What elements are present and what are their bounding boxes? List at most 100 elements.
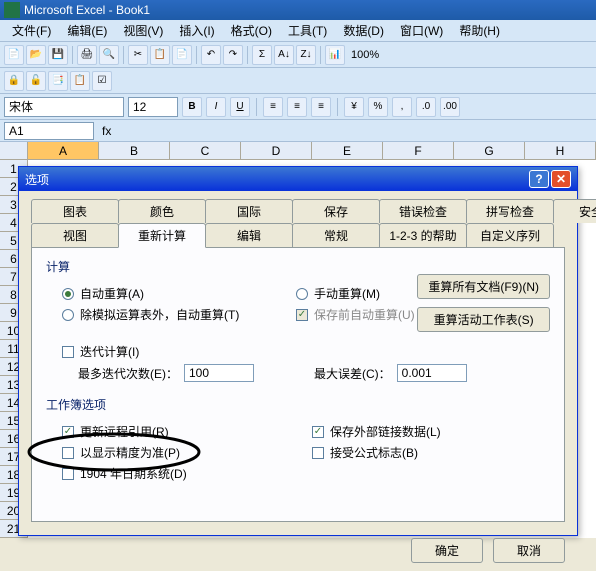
cancel-button[interactable]: 取消 — [493, 538, 565, 563]
font-size-combo[interactable]: 12 — [128, 97, 178, 117]
save-external-links-checkbox[interactable] — [312, 426, 324, 438]
tab-重新计算[interactable]: 重新计算 — [118, 223, 206, 248]
sort-desc-icon[interactable]: Z↓ — [296, 45, 316, 65]
paste-icon[interactable]: 📄 — [172, 45, 192, 65]
tab-1-2-3 的帮助[interactable]: 1-2-3 的帮助 — [379, 223, 467, 247]
manual-recalc-label: 手动重算(M) — [314, 285, 380, 302]
preview-icon[interactable]: 🔍 — [99, 45, 119, 65]
tool-icon[interactable]: ☑ — [92, 71, 112, 91]
menu-item[interactable]: 文件(F) — [4, 20, 59, 41]
align-right-icon[interactable]: ≡ — [311, 97, 331, 117]
copy-icon[interactable]: 📋 — [150, 45, 170, 65]
menu-item[interactable]: 窗口(W) — [392, 20, 451, 41]
decimal-dec-icon[interactable]: .00 — [440, 97, 460, 117]
dialog-titlebar: 选项 ? ✕ — [19, 167, 577, 191]
column-header[interactable]: B — [99, 142, 170, 159]
cut-icon[interactable]: ✂ — [128, 45, 148, 65]
tab-拼写检查[interactable]: 拼写检查 — [466, 199, 554, 223]
menu-item[interactable]: 插入(I) — [171, 20, 222, 41]
recalc-sheet-button[interactable]: 重算活动工作表(S) — [417, 307, 550, 332]
max-error-input[interactable] — [397, 364, 467, 382]
iteration-checkbox[interactable] — [62, 346, 74, 358]
workbook-options-group-label: 工作簿选项 — [46, 396, 550, 413]
font-name-combo[interactable]: 宋体 — [4, 97, 124, 117]
name-box[interactable]: A1 — [4, 122, 94, 140]
sort-asc-icon[interactable]: A↓ — [274, 45, 294, 65]
close-button[interactable]: ✕ — [551, 170, 571, 188]
standard-toolbar: 📄 📂 💾 🖨 🔍 ✂ 📋 📄 ↶ ↷ Σ A↓ Z↓ 📊 100% — [0, 42, 596, 68]
ok-button[interactable]: 确定 — [411, 538, 483, 563]
help-button[interactable]: ? — [529, 170, 549, 188]
tab-安全性[interactable]: 安全性 — [553, 199, 596, 223]
app-titlebar: Microsoft Excel - Book1 — [0, 0, 596, 20]
undo-icon[interactable]: ↶ — [201, 45, 221, 65]
menu-item[interactable]: 格式(O) — [223, 20, 280, 41]
tab-strip: 图表颜色国际保存错误检查拼写检查安全性 视图重新计算编辑常规1-2-3 的帮助自… — [31, 199, 565, 247]
column-header[interactable]: D — [241, 142, 312, 159]
dialog-title-text: 选项 — [25, 171, 49, 188]
manual-recalc-radio[interactable] — [296, 288, 308, 300]
column-header[interactable]: C — [170, 142, 241, 159]
tool-icon[interactable]: 📋 — [70, 71, 90, 91]
tab-视图[interactable]: 视图 — [31, 223, 119, 247]
print-icon[interactable]: 🖨 — [77, 45, 97, 65]
tab-自定义序列[interactable]: 自定义序列 — [466, 223, 554, 247]
auto-recalc-radio[interactable] — [62, 288, 74, 300]
update-remote-checkbox[interactable] — [62, 426, 74, 438]
menu-item[interactable]: 编辑(E) — [59, 20, 115, 41]
tab-错误检查[interactable]: 错误检查 — [379, 199, 467, 223]
currency-icon[interactable]: ¥ — [344, 97, 364, 117]
column-header[interactable]: A — [28, 142, 99, 159]
accept-formula-labels-checkbox[interactable] — [312, 447, 324, 459]
align-left-icon[interactable]: ≡ — [263, 97, 283, 117]
secondary-toolbar: 🔒 🔓 📑 📋 ☑ — [0, 68, 596, 94]
italic-button[interactable]: I — [206, 97, 226, 117]
except-tables-radio[interactable] — [62, 309, 74, 321]
save-external-links-label: 保存外部链接数据(L) — [330, 423, 441, 440]
menu-item[interactable]: 视图(V) — [115, 20, 171, 41]
tool-icon[interactable]: 📑 — [48, 71, 68, 91]
menu-item[interactable]: 工具(T) — [280, 20, 335, 41]
tab-保存[interactable]: 保存 — [292, 199, 380, 223]
redo-icon[interactable]: ↷ — [223, 45, 243, 65]
options-dialog: 选项 ? ✕ 图表颜色国际保存错误检查拼写检查安全性 视图重新计算编辑常规1-2… — [18, 166, 578, 536]
accept-formula-labels-label: 接受公式标志(B) — [330, 444, 418, 461]
tab-常规[interactable]: 常规 — [292, 223, 380, 247]
column-header[interactable]: E — [312, 142, 383, 159]
tab-颜色[interactable]: 颜色 — [118, 199, 206, 223]
column-header[interactable]: F — [383, 142, 454, 159]
bold-button[interactable]: B — [182, 97, 202, 117]
update-remote-label: 更新远程引用(R) — [80, 423, 169, 440]
max-iter-input[interactable] — [184, 364, 254, 382]
select-all-corner[interactable] — [0, 142, 28, 159]
column-header[interactable]: G — [454, 142, 525, 159]
open-icon[interactable]: 📂 — [26, 45, 46, 65]
comma-icon[interactable]: , — [392, 97, 412, 117]
fx-icon[interactable]: fx — [102, 124, 111, 138]
decimal-inc-icon[interactable]: .0 — [416, 97, 436, 117]
column-header[interactable]: H — [525, 142, 596, 159]
percent-icon[interactable]: % — [368, 97, 388, 117]
recalc-before-save-checkbox — [296, 309, 308, 321]
formula-bar: A1 fx — [0, 120, 596, 142]
menubar: 文件(F)编辑(E)视图(V)插入(I)格式(O)工具(T)数据(D)窗口(W)… — [0, 20, 596, 42]
sum-icon[interactable]: Σ — [252, 45, 272, 65]
menu-item[interactable]: 帮助(H) — [451, 20, 508, 41]
zoom-display[interactable]: 100% — [351, 49, 379, 61]
save-icon[interactable]: 💾 — [48, 45, 68, 65]
date-1904-checkbox[interactable] — [62, 468, 74, 480]
precision-as-displayed-checkbox[interactable] — [62, 447, 74, 459]
tab-国际[interactable]: 国际 — [205, 199, 293, 223]
recalc-all-button[interactable]: 重算所有文档(F9)(N) — [417, 274, 550, 299]
tab-图表[interactable]: 图表 — [31, 199, 119, 223]
underline-button[interactable]: U — [230, 97, 250, 117]
formatting-toolbar: 宋体 12 B I U ≡ ≡ ≡ ¥ % , .0 .00 — [0, 94, 596, 120]
align-center-icon[interactable]: ≡ — [287, 97, 307, 117]
new-icon[interactable]: 📄 — [4, 45, 24, 65]
tool-icon[interactable]: 🔒 — [4, 71, 24, 91]
excel-icon — [4, 2, 20, 18]
chart-icon[interactable]: 📊 — [325, 45, 345, 65]
menu-item[interactable]: 数据(D) — [335, 20, 392, 41]
tab-编辑[interactable]: 编辑 — [205, 223, 293, 247]
tool-icon[interactable]: 🔓 — [26, 71, 46, 91]
